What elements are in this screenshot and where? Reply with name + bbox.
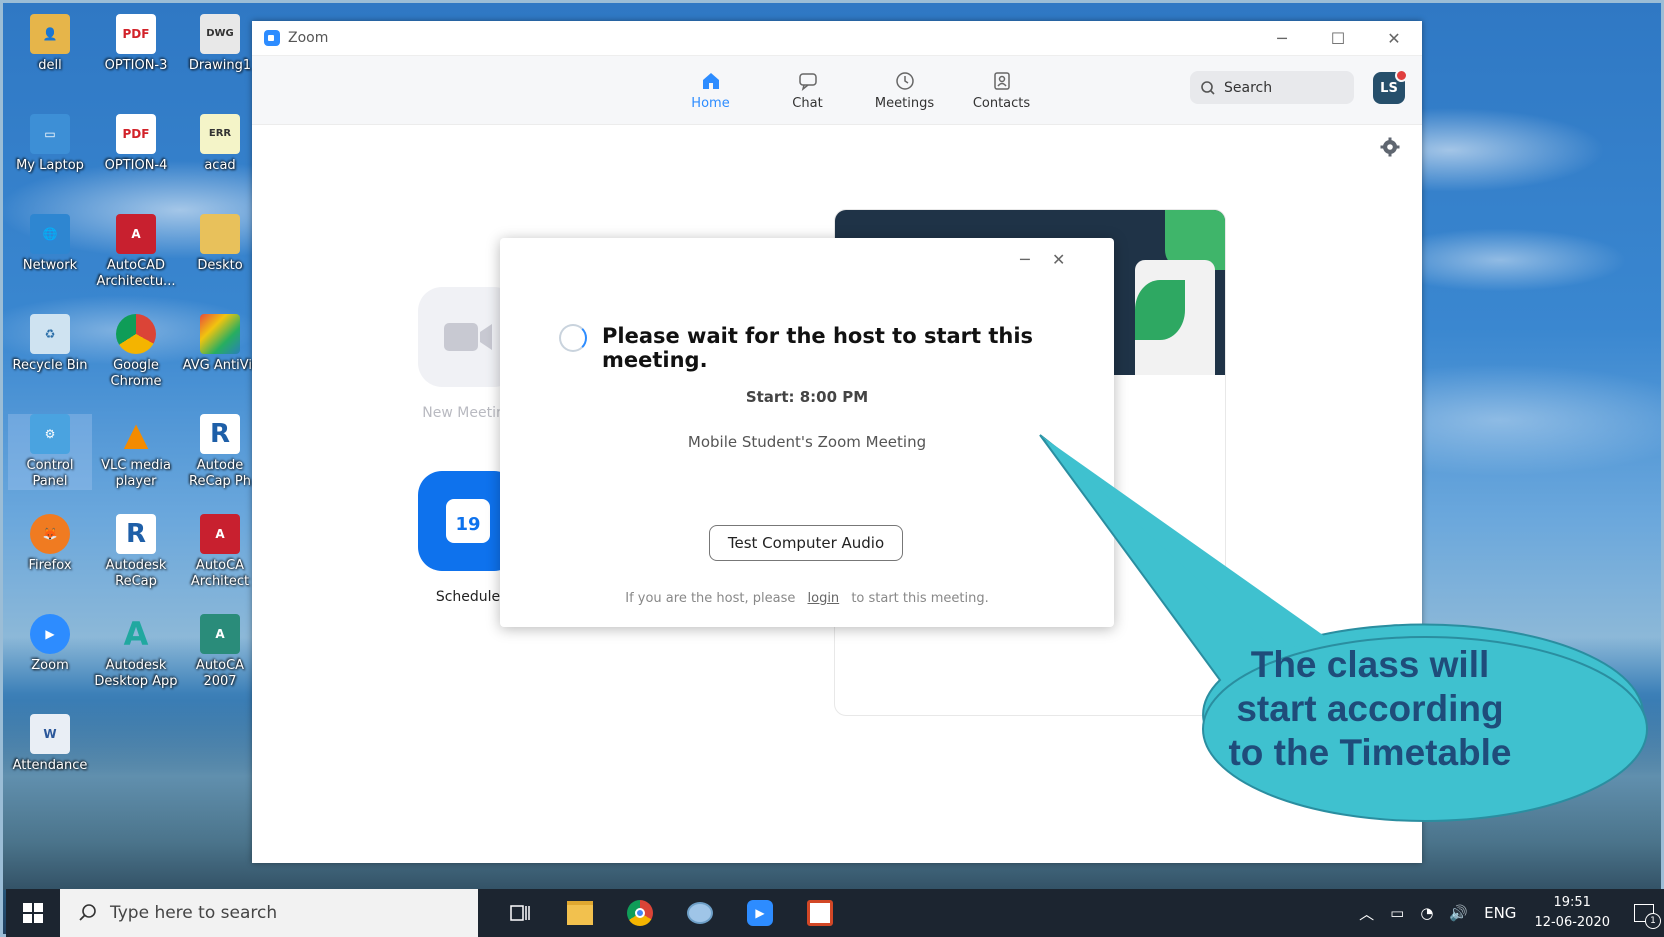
- taskbar-file-explorer[interactable]: [550, 889, 610, 937]
- taskbar-powerpoint[interactable]: [790, 889, 850, 937]
- taskbar-clock[interactable]: 19:51 12-06-2020: [1534, 893, 1610, 933]
- task-view-button[interactable]: [490, 889, 550, 937]
- paint-palette-icon: [687, 902, 713, 924]
- action-center-button[interactable]: 1: [1624, 889, 1664, 937]
- notification-icon: 1: [1634, 904, 1661, 929]
- system-tray: ︿ ▭ ◔ 🔊 ENG 19:51 12-06-2020 1: [1351, 889, 1664, 937]
- wifi-icon[interactable]: ◔: [1420, 904, 1433, 922]
- callout-bubble: [1039, 434, 1648, 822]
- taskbar-chrome[interactable]: [610, 889, 670, 937]
- language-indicator[interactable]: ENG: [1484, 904, 1516, 922]
- battery-icon[interactable]: ▭: [1390, 904, 1404, 922]
- task-view-icon: [510, 905, 530, 921]
- taskbar-search-input[interactable]: Type here to search: [60, 889, 478, 937]
- folder-icon: [567, 901, 593, 925]
- callout-text: The class will start according to the Ti…: [1228, 644, 1512, 773]
- windows-logo-icon: [23, 903, 43, 923]
- taskbar: Type here to search ▶ ︿ ▭ ◔ 🔊 ENG 19:51: [6, 889, 1664, 937]
- taskbar-paint[interactable]: [670, 889, 730, 937]
- chevron-up-icon[interactable]: ︿: [1359, 903, 1374, 924]
- zoom-icon: ▶: [747, 900, 773, 926]
- taskbar-search-placeholder: Type here to search: [110, 903, 278, 923]
- powerpoint-icon: [807, 900, 833, 926]
- start-button[interactable]: [6, 889, 60, 937]
- chrome-icon: [627, 900, 653, 926]
- clock-date: 12-06-2020: [1534, 915, 1610, 930]
- notification-count: 1: [1645, 913, 1661, 929]
- taskbar-apps: ▶: [490, 889, 850, 937]
- search-icon: [79, 904, 96, 921]
- clock-time: 19:51: [1553, 895, 1591, 910]
- volume-icon[interactable]: 🔊: [1449, 904, 1468, 922]
- taskbar-zoom[interactable]: ▶: [730, 889, 790, 937]
